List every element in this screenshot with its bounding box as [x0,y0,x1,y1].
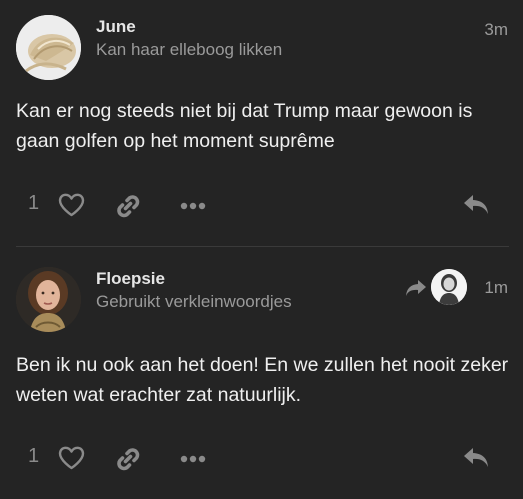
post-actions: 1 [0,439,523,479]
post-actions: 1 [0,186,523,226]
username[interactable]: June [96,17,136,37]
post-1: June Kan haar elleboog likken 3m Kan er … [0,0,523,245]
link-icon[interactable] [114,445,142,473]
username[interactable]: Floepsie [96,269,165,289]
like-count[interactable]: 1 [28,445,39,468]
post-2: Floepsie Gebruikt verkleinwoordjes 1m Be… [0,247,523,499]
post-time[interactable]: 3m [484,20,508,40]
post-time[interactable]: 1m [484,278,508,298]
post-body: Kan er nog steeds niet bij dat Trump maa… [16,100,473,152]
more-options-icon[interactable] [180,202,206,210]
avatar[interactable] [16,267,81,332]
reply-to-icon [406,280,426,296]
reply-to-avatar[interactable] [431,269,467,305]
user-title: Kan haar elleboog likken [96,40,283,59]
like-count[interactable]: 1 [28,192,39,215]
avatar[interactable] [16,15,81,80]
more-options-icon[interactable] [180,455,206,463]
reply-icon[interactable] [462,446,490,470]
user-title: Gebruikt verkleinwoordjes [96,292,292,311]
avatar-image [16,15,81,80]
heart-icon[interactable] [58,446,85,470]
reply-icon[interactable] [462,193,490,217]
link-icon[interactable] [114,192,142,220]
avatar-image [16,267,81,332]
reply-to-avatar-image [431,269,467,305]
heart-icon[interactable] [58,193,85,217]
post-body: Ben ik nu ook aan het doen! En we zullen… [16,354,509,406]
